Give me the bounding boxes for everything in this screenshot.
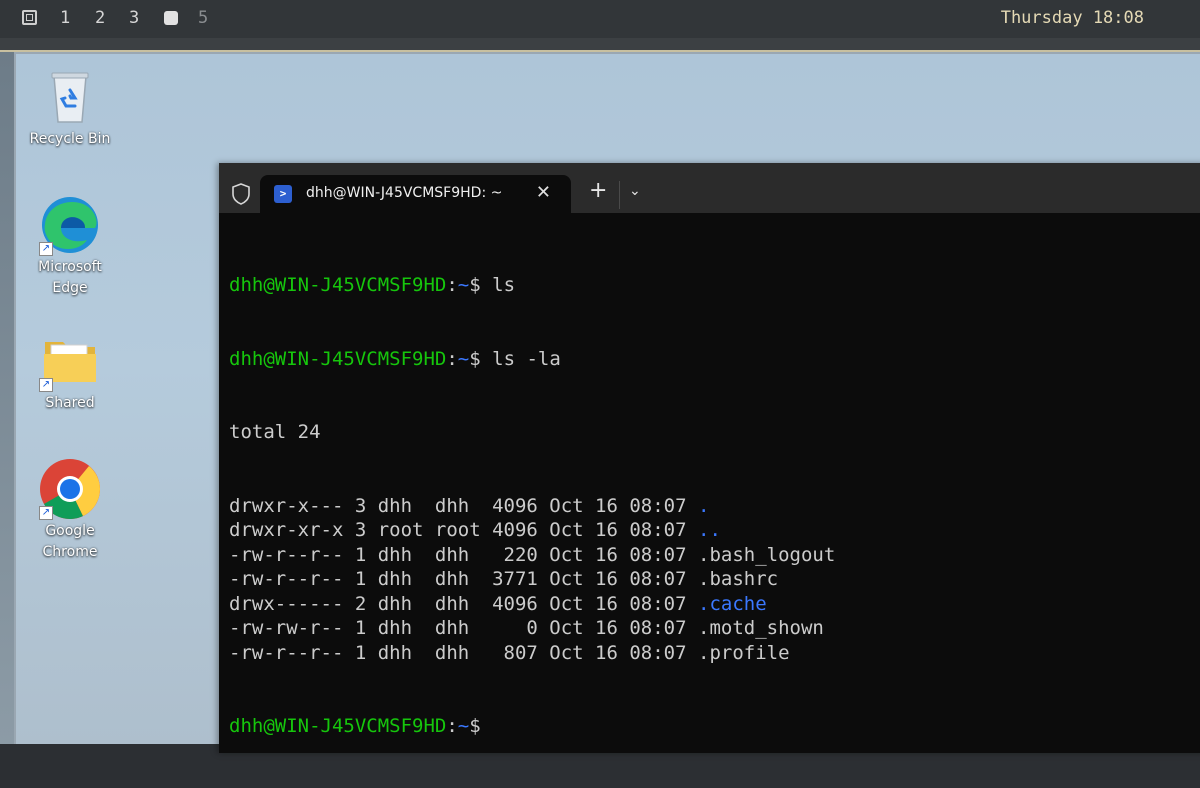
listing-row: -rw-r--r-- 1 dhh dhh 807 Oct 16 08:07 .p… — [229, 641, 835, 666]
listing-meta: -rw-r--r-- 1 dhh dhh 3771 Oct 16 08:07 — [229, 568, 698, 590]
listing-filename: .bash_logout — [698, 543, 836, 566]
listing-filename: . — [698, 494, 710, 517]
titlebar-divider — [619, 181, 620, 209]
listing-filename: .bashrc — [698, 568, 779, 590]
workspace-5[interactable]: 5 — [198, 8, 208, 28]
listing-row: drwx------ 2 dhh dhh 4096 Oct 16 08:07 .… — [229, 592, 835, 617]
window-frame-top — [0, 38, 1200, 52]
desktop-icon-label-line2: Edge — [52, 280, 88, 296]
listing-meta: drwx------ 2 dhh dhh 4096 Oct 16 08:07 — [229, 592, 698, 615]
listing-meta: -rw-r--r-- 1 dhh dhh 807 Oct 16 08:07 — [229, 641, 698, 664]
workspace-1[interactable]: 1 — [60, 8, 70, 28]
shortcut-arrow-icon: ↗ — [39, 242, 53, 256]
desktop-icon-label: Recycle Bin — [29, 131, 111, 147]
desktop-icon-chrome[interactable]: ↗ Google Chrome — [22, 458, 118, 563]
new-tab-button[interactable]: + — [589, 178, 607, 203]
terminal-line: total 24 — [229, 421, 321, 443]
listing-meta: -rw-rw-r-- 1 dhh dhh 0 Oct 16 08:07 — [229, 617, 698, 639]
workspace-active-indicator[interactable] — [164, 11, 178, 25]
listing-filename: .motd_shown — [698, 617, 824, 639]
desktop-icon-recycle-bin[interactable]: Recycle Bin — [22, 66, 118, 150]
tab-title: dhh@WIN-J45VCMSF9HD: ~ — [306, 185, 503, 201]
listing-meta: -rw-r--r-- 1 dhh dhh 220 Oct 16 08:07 — [229, 543, 698, 566]
terminal-window[interactable]: > dhh@WIN-J45VCMSF9HD: ~ ✕ + ⌄ dhh@WIN-J… — [219, 163, 1200, 753]
terminal-output[interactable]: dhh@WIN-J45VCMSF9HD:~$ ls dhh@WIN-J45VCM… — [229, 224, 835, 788]
window-frame-left — [0, 52, 14, 744]
listing-meta: drwxr-x--- 3 dhh dhh 4096 Oct 16 08:07 — [229, 494, 698, 517]
terminal-line: dhh@WIN-J45VCMSF9HD:~$ ls — [229, 274, 516, 296]
clock: Thursday 18:08 — [1000, 8, 1144, 28]
listing-row: drwxr-xr-x 3 root root 4096 Oct 16 08:07… — [229, 518, 835, 543]
listing-row: -rw-r--r-- 1 dhh dhh 220 Oct 16 08:07 .b… — [229, 543, 835, 568]
chevron-down-icon[interactable]: ⌄ — [629, 183, 641, 199]
edge-icon: ↗ — [39, 194, 101, 256]
terminal-line: dhh@WIN-J45VCMSF9HD:~$ ls -la — [229, 347, 561, 370]
desktop-icon-shared[interactable]: ↗ Shared — [22, 330, 118, 414]
listing-row: -rw-rw-r-- 1 dhh dhh 0 Oct 16 08:07 .mot… — [229, 616, 835, 641]
recycle-bin-icon — [39, 66, 101, 128]
desktop-icon-edge[interactable]: ↗ Microsoft Edge — [22, 194, 118, 299]
listing-meta: drwxr-xr-x 3 root root 4096 Oct 16 08:07 — [229, 519, 698, 541]
shortcut-arrow-icon: ↗ — [39, 378, 53, 392]
workspace-3[interactable]: 3 — [129, 8, 139, 28]
top-bar: 1 2 3 5 Thursday 18:08 — [0, 0, 1200, 38]
terminal-titlebar: > dhh@WIN-J45VCMSF9HD: ~ ✕ + ⌄ — [219, 163, 1200, 213]
listing-filename: .. — [698, 519, 721, 541]
listing-row: drwxr-x--- 3 dhh dhh 4096 Oct 16 08:07 . — [229, 494, 835, 519]
desktop-icon-label-line1: Google — [45, 523, 95, 539]
shield-icon[interactable] — [231, 183, 251, 205]
chrome-icon: ↗ — [39, 458, 101, 520]
shortcut-arrow-icon: ↗ — [39, 506, 53, 520]
workspace-2[interactable]: 2 — [95, 8, 105, 28]
workspace-overview-icon[interactable] — [22, 10, 37, 25]
desktop-icon-label-line2: Chrome — [42, 544, 98, 560]
desktop-icon-label: Shared — [45, 395, 95, 411]
desktop-icon-label-line1: Microsoft — [38, 259, 102, 275]
listing-row: -rw-r--r-- 1 dhh dhh 3771 Oct 16 08:07 .… — [229, 567, 835, 592]
listing-filename: .cache — [698, 592, 767, 615]
directory-listing: drwxr-x--- 3 dhh dhh 4096 Oct 16 08:07 .… — [229, 494, 835, 666]
folder-icon: ↗ — [39, 330, 101, 392]
close-icon[interactable]: ✕ — [536, 182, 551, 203]
terminal-tab[interactable]: > dhh@WIN-J45VCMSF9HD: ~ ✕ — [260, 175, 571, 213]
powershell-icon: > — [274, 185, 292, 203]
terminal-prompt-line[interactable]: dhh@WIN-J45VCMSF9HD:~$ — [229, 714, 835, 739]
listing-filename: .profile — [698, 641, 790, 664]
